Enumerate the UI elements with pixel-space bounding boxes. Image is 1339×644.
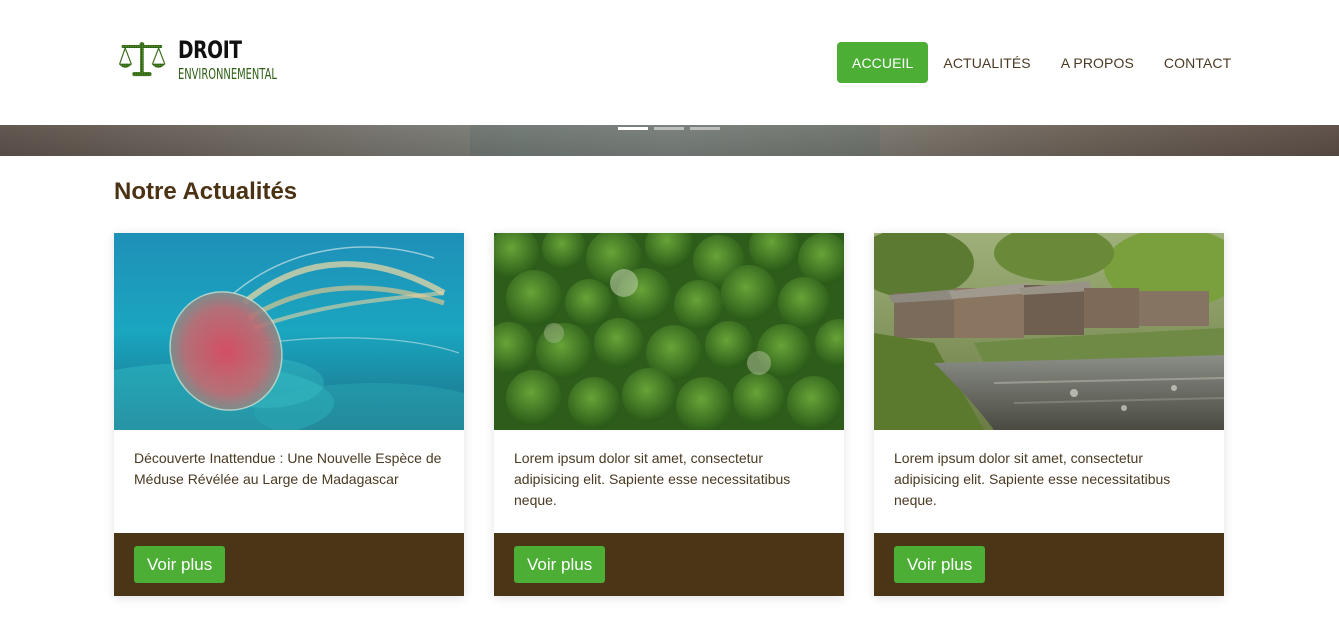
news-card-3: Lorem ipsum dolor sit amet, consectetur … <box>874 233 1224 596</box>
balance-scale-leaf-icon <box>118 42 166 77</box>
logo-subtitle: ENVIRONNEMENTAL <box>178 65 278 83</box>
nav-item-actualites[interactable]: ACTUALITÉS <box>928 42 1045 83</box>
card-footer: Voir plus <box>114 533 464 596</box>
logo-wordmark: DROIT ENVIRONNEMENTAL <box>178 38 328 82</box>
site-header: DROIT ENVIRONNEMENTAL ACCUEIL ACTUALITÉS… <box>0 0 1339 125</box>
news-card-1: Découverte Inattendue : Une Nouvelle Esp… <box>114 233 464 596</box>
voir-plus-button[interactable]: Voir plus <box>514 546 606 583</box>
nav-item-contact[interactable]: CONTACT <box>1149 42 1246 83</box>
main-nav: ACCUEIL ACTUALITÉS A PROPOS CONTACT <box>837 42 1246 83</box>
polluted-river-photo[interactable] <box>874 233 1224 430</box>
card-footer: Voir plus <box>874 533 1224 596</box>
card-description: Lorem ipsum dolor sit amet, consectetur … <box>894 450 1171 508</box>
voir-plus-button[interactable]: Voir plus <box>894 546 986 583</box>
logo-title: DROIT <box>178 36 242 64</box>
carousel-indicators <box>618 127 726 130</box>
forest-photo[interactable] <box>494 233 844 430</box>
card-description: Lorem ipsum dolor sit amet, consectetur … <box>514 450 791 508</box>
nav-item-accueil[interactable]: ACCUEIL <box>837 42 929 83</box>
site-logo[interactable]: DROIT ENVIRONNEMENTAL <box>118 28 328 92</box>
jellyfish-photo[interactable] <box>114 233 464 430</box>
card-footer: Voir plus <box>494 533 844 596</box>
news-cards: Découverte Inattendue : Une Nouvelle Esp… <box>114 233 1224 596</box>
nav-item-a-propos[interactable]: A PROPOS <box>1046 42 1149 83</box>
section-title: Notre Actualités <box>114 178 298 205</box>
carousel-indicator-2[interactable] <box>654 127 684 130</box>
hero-carousel <box>0 125 1339 156</box>
news-card-2: Lorem ipsum dolor sit amet, consectetur … <box>494 233 844 596</box>
carousel-indicator-1[interactable] <box>618 127 648 130</box>
carousel-indicator-3[interactable] <box>690 127 720 130</box>
voir-plus-button[interactable]: Voir plus <box>134 546 226 583</box>
card-description: Découverte Inattendue : Une Nouvelle Esp… <box>134 450 442 487</box>
